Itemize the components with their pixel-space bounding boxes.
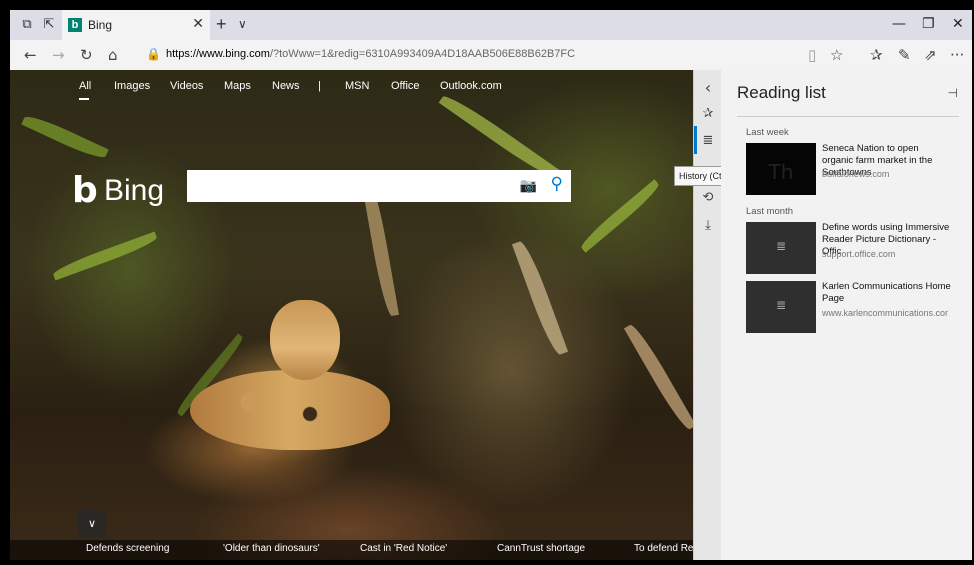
leaf-decor — [511, 238, 569, 358]
downloads-icon[interactable]: ⤓ — [694, 218, 722, 233]
bing-page: All Images Videos Maps News | MSN Office… — [10, 70, 693, 560]
panel-title: Reading list — [737, 83, 826, 102]
nav-images[interactable]: Images — [114, 80, 150, 92]
close-tab-icon[interactable]: ✕ — [192, 16, 204, 32]
more-icon[interactable]: ··· — [950, 46, 964, 64]
list-item[interactable]: ≣ Karlen Communications Home Page www.ka… — [746, 281, 970, 333]
navigation-bar: ← → ↻ ⌂ 🔒 https://www.bing.com/?toWww=1&… — [10, 40, 972, 71]
item-source: www.karlencommunications.cor — [822, 308, 949, 318]
news-carousel: Defends screening 'Older than dinosaurs'… — [10, 540, 693, 560]
nav-msn[interactable]: MSN — [345, 80, 369, 92]
list-item[interactable]: Th Seneca Nation to open organic farm ma… — [746, 143, 970, 195]
reading-list-panel: Reading list ⊣ Last week Th Seneca Natio… — [721, 70, 972, 560]
tabs-aside-icon[interactable]: ⇱ — [40, 16, 58, 34]
jaguar-image — [170, 300, 400, 460]
bing-favicon-icon: b — [68, 18, 82, 32]
tab-bing[interactable]: b Bing ✕ — [62, 10, 210, 40]
reading-list-icon[interactable]: ≣ — [694, 133, 722, 148]
url-text[interactable]: https://www.bing.com/?toWww=1&redig=6310… — [166, 48, 575, 60]
favorites-icon[interactable]: ✰ — [694, 106, 722, 121]
nav-videos[interactable]: Videos — [170, 80, 203, 92]
reading-view-icon[interactable]: ▯ — [808, 46, 816, 64]
share-icon[interactable]: ⇗ — [924, 46, 937, 64]
item-source: support.office.com — [822, 249, 896, 259]
nav-outlook[interactable]: Outlook.com — [440, 80, 502, 92]
group-label: Last month — [746, 206, 793, 217]
url-host: https://www.bing.com — [166, 48, 270, 60]
thumbnail-text: Th — [768, 160, 794, 184]
leaf-decor — [51, 231, 159, 281]
forward-icon[interactable]: → — [52, 46, 65, 64]
item-title: Karlen Communications Home Page — [822, 281, 951, 304]
list-item[interactable]: ≣ Define words using Immersive Reader Pi… — [746, 222, 970, 274]
page-thumbnail-icon: ≣ — [775, 298, 787, 312]
camera-icon[interactable]: 📷 — [520, 177, 537, 194]
hub-icon-strip: ‹ ✰ ≣ ⟲ ⤓ — [693, 70, 722, 560]
jaguar-body — [190, 370, 390, 450]
tab-strip: ⧉ ⇱ b Bing ✕ + ∨ — ❐ ✕ — [10, 10, 972, 40]
address-bar[interactable]: 🔒 https://www.bing.com/?toWww=1&redig=63… — [140, 45, 840, 65]
bing-wordmark: Bing — [104, 174, 165, 207]
lock-icon: 🔒 — [146, 47, 161, 61]
search-icon[interactable]: ⚲ — [551, 174, 563, 194]
news-item[interactable]: 'Older than dinosaurs' — [223, 543, 320, 554]
news-item[interactable]: Cast in 'Red Notice' — [360, 543, 447, 554]
close-window-button[interactable]: ✕ — [952, 16, 964, 32]
notes-icon[interactable]: ✎ — [898, 46, 911, 64]
scroll-down-chevron-icon[interactable]: ∨ — [78, 510, 106, 538]
page-thumbnail-icon: ≣ — [775, 239, 787, 253]
item-thumbnail: ≣ — [746, 222, 816, 274]
browser-window: ⧉ ⇱ b Bing ✕ + ∨ — ❐ ✕ ← → ↻ ⌂ 🔒 https:/… — [10, 10, 972, 560]
refresh-icon[interactable]: ↻ — [80, 46, 93, 64]
leaf-decor — [21, 111, 109, 163]
search-input[interactable] — [193, 176, 507, 198]
news-item[interactable]: Defends screening — [86, 543, 169, 554]
set-aside-tabs-icon[interactable]: ⧉ — [18, 16, 36, 34]
nav-separator: | — [318, 80, 321, 92]
new-tab-button[interactable]: + — [216, 14, 227, 35]
news-item[interactable]: To defend Res — [634, 543, 693, 554]
nav-all[interactable]: All — [79, 80, 91, 92]
favorites-hub-icon[interactable]: ✰ — [870, 46, 883, 64]
nav-maps[interactable]: Maps — [224, 80, 251, 92]
collapse-hub-icon[interactable]: ‹ — [694, 78, 722, 97]
news-item[interactable]: CannTrust shortage — [497, 543, 585, 554]
pin-icon[interactable]: ⊣ — [948, 86, 958, 100]
minimize-button[interactable]: — — [892, 16, 906, 32]
nav-active-underline — [79, 98, 89, 100]
url-path: /?toWww=1&redig=6310A993409A4D18AAB506E8… — [269, 48, 576, 60]
nav-news[interactable]: News — [272, 80, 300, 92]
group-label: Last week — [746, 127, 789, 138]
restore-button[interactable]: ❐ — [922, 16, 935, 32]
history-icon[interactable]: ⟲ — [694, 190, 722, 205]
leaf-decor — [577, 179, 663, 253]
home-icon[interactable]: ⌂ — [108, 46, 118, 64]
jaguar-head — [270, 300, 340, 380]
tab-preview-chevron-icon[interactable]: ∨ — [238, 17, 247, 31]
panel-divider — [737, 116, 959, 117]
add-favorite-icon[interactable]: ☆ — [830, 46, 843, 64]
back-icon[interactable]: ← — [24, 46, 37, 64]
leaf-decor — [623, 321, 693, 433]
tab-title: Bing — [88, 18, 113, 32]
item-thumbnail: Th — [746, 143, 816, 195]
search-box[interactable]: 📷 ⚲ — [187, 170, 571, 202]
item-source: buffalonews.com — [822, 169, 890, 179]
nav-office[interactable]: Office — [391, 80, 420, 92]
item-thumbnail: ≣ — [746, 281, 816, 333]
bing-b-icon: b — [72, 170, 98, 211]
